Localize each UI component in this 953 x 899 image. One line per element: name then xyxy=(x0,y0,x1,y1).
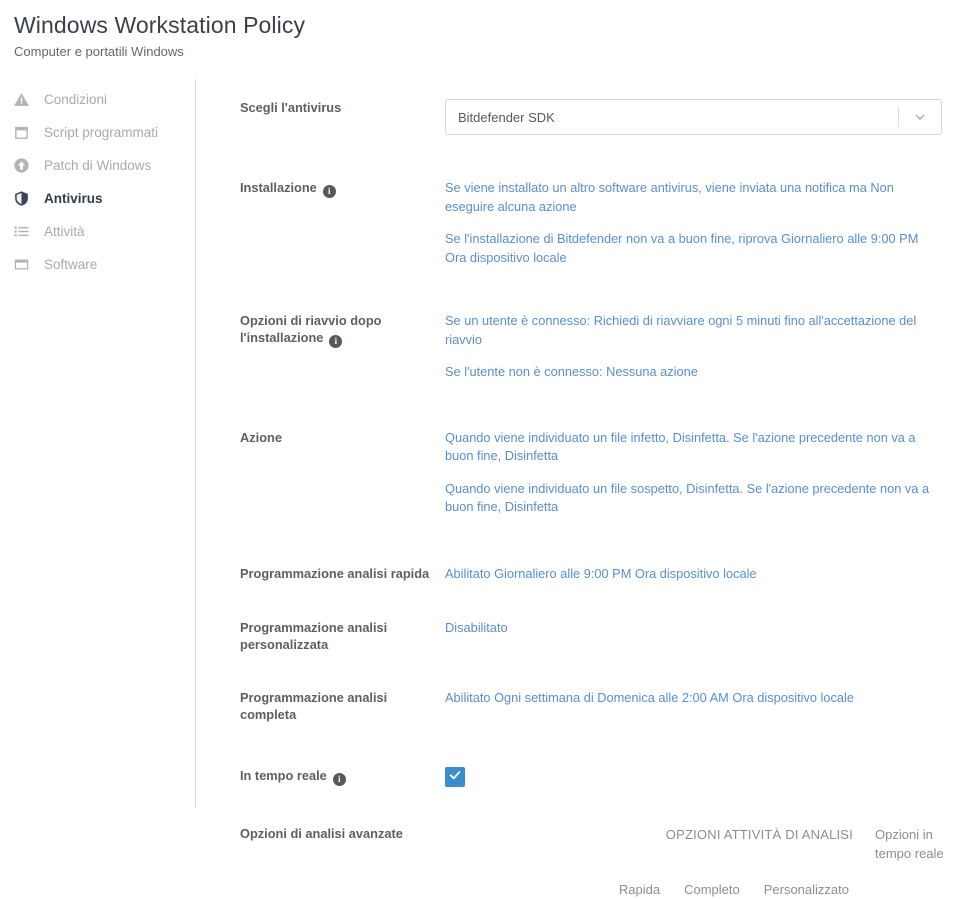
warning-triangle-icon xyxy=(12,91,30,109)
sidebar-item-label: Antivirus xyxy=(44,190,103,206)
page-header: Windows Workstation Policy Computer e po… xyxy=(0,0,953,61)
realtime-options-group-title[interactable]: Opzioni in tempo reale xyxy=(875,825,949,863)
custom-scan-status[interactable]: Disabilitato xyxy=(445,619,942,638)
full-scan-value: Abilitato Ogni settimana di Domenica all… xyxy=(445,689,953,708)
checkmark-icon xyxy=(448,768,462,787)
sidebar-item-antivirus[interactable]: Antivirus xyxy=(0,182,195,215)
sidebar-item-patch-di-windows[interactable]: Patch di Windows xyxy=(0,149,195,182)
installation-label: Installazione i xyxy=(240,179,445,198)
choose-antivirus-label: Scegli l'antivirus xyxy=(240,100,342,115)
info-icon[interactable]: i xyxy=(322,185,336,198)
page-title: Windows Workstation Policy xyxy=(14,12,306,38)
advanced-options-label: Opzioni di analisi avanzate xyxy=(240,826,403,841)
row-quick-scan-schedule: Programmazione analisi rapida Abilitato … xyxy=(240,565,953,584)
action-value: Quando viene individuato un file infetto… xyxy=(445,429,953,517)
info-icon[interactable]: i xyxy=(329,335,343,348)
scan-tabs: Rapida Completo Personalizzato xyxy=(445,881,953,899)
row-advanced-scan-options: Opzioni di analisi avanzate OPZIONI ATTI… xyxy=(240,825,953,899)
quick-scan-value: Abilitato Giornaliero alle 9:00 PM Ora d… xyxy=(445,565,953,584)
tab-completo[interactable]: Completo xyxy=(684,881,740,899)
choose-antivirus-value: Bitdefender SDK xyxy=(445,99,953,135)
antivirus-settings-form: Scegli l'antivirus Bitdefender SDK Insta… xyxy=(195,79,953,899)
reboot-line-1[interactable]: Se un utente è connesso: Richiedi di ria… xyxy=(445,312,942,349)
installation-line-1[interactable]: Se viene installato un altro software an… xyxy=(445,179,942,216)
info-icon[interactable]: i xyxy=(332,773,346,786)
advanced-options-value: OPZIONI ATTIVITÀ DI ANALISI Opzioni in t… xyxy=(445,825,953,899)
action-line-2[interactable]: Quando viene individuato un file sospett… xyxy=(445,480,942,517)
page-subtitle: Computer e portatili Windows xyxy=(14,44,184,59)
sidebar-item-label: Attività xyxy=(44,223,85,239)
reboot-options-label: Opzioni di riavvio dopo l'installazione i xyxy=(240,313,382,348)
reboot-line-2[interactable]: Se l'utente non è connesso: Nessuna azio… xyxy=(445,363,942,382)
realtime-label: In tempo reale i xyxy=(240,767,445,786)
tab-rapida[interactable]: Rapida xyxy=(619,881,660,899)
realtime-checkbox[interactable] xyxy=(445,767,465,787)
quick-scan-label: Programmazione analisi rapida xyxy=(240,565,430,581)
list-icon xyxy=(12,223,30,241)
body-container: Condizioni Script programmati Patch di W… xyxy=(0,79,953,899)
row-custom-scan-schedule: Programmazione analisi personalizzata Di… xyxy=(240,619,953,653)
sidebar-item-label: Patch di Windows xyxy=(44,157,152,173)
arrow-up-circle-icon xyxy=(12,157,30,175)
shield-icon xyxy=(12,190,30,208)
realtime-value xyxy=(445,767,953,787)
calendar-icon xyxy=(12,124,30,142)
sidebar-item-condizioni[interactable]: Condizioni xyxy=(0,83,195,116)
row-reboot-options: Opzioni di riavvio dopo l'installazione i… xyxy=(240,312,953,382)
row-installation: Installazione i Se viene installato un al… xyxy=(240,179,953,267)
row-choose-antivirus: Scegli l'antivirus Bitdefender SDK xyxy=(240,99,953,135)
sidebar-item-attivita[interactable]: Attività xyxy=(0,215,195,248)
full-scan-label: Programmazione analisi completa xyxy=(240,690,388,722)
tab-personalizzato[interactable]: Personalizzato xyxy=(764,881,849,899)
advanced-options-headers: OPZIONI ATTIVITÀ DI ANALISI Opzioni in t… xyxy=(445,825,953,863)
full-scan-status[interactable]: Abilitato Ogni settimana di Domenica all… xyxy=(445,689,942,708)
chevron-down-icon[interactable] xyxy=(899,110,941,124)
vertical-divider xyxy=(195,79,196,808)
reboot-options-value: Se un utente è connesso: Richiedi di ria… xyxy=(445,312,953,382)
antivirus-select[interactable]: Bitdefender SDK xyxy=(445,99,942,135)
custom-scan-value: Disabilitato xyxy=(445,619,953,638)
row-realtime: In tempo reale i xyxy=(240,767,953,787)
window-icon xyxy=(12,256,30,274)
sidebar-item-software[interactable]: Software xyxy=(0,248,195,281)
action-line-1[interactable]: Quando viene individuato un file infetto… xyxy=(445,429,942,466)
sidebar-item-label: Condizioni xyxy=(44,91,108,107)
sidebar-nav: Condizioni Script programmati Patch di W… xyxy=(0,79,195,281)
custom-scan-label: Programmazione analisi personalizzata xyxy=(240,620,388,652)
installation-value: Se viene installato un altro software an… xyxy=(445,179,953,267)
installation-line-2[interactable]: Se l'installazione di Bitdefender non va… xyxy=(445,230,942,267)
sidebar-item-script-programmati[interactable]: Script programmati xyxy=(0,116,195,149)
sidebar-item-label: Software xyxy=(44,256,98,272)
action-label: Azione xyxy=(240,429,282,445)
row-full-scan-schedule: Programmazione analisi completa Abilitat… xyxy=(240,689,953,723)
quick-scan-status[interactable]: Abilitato Giornaliero alle 9:00 PM Ora d… xyxy=(445,565,942,584)
antivirus-select-value: Bitdefender SDK xyxy=(458,109,555,125)
scan-tasks-group-title[interactable]: OPZIONI ATTIVITÀ DI ANALISI xyxy=(666,825,853,844)
sidebar-item-label: Script programmati xyxy=(44,124,159,140)
row-action: Azione Quando viene individuato un file … xyxy=(240,429,953,517)
